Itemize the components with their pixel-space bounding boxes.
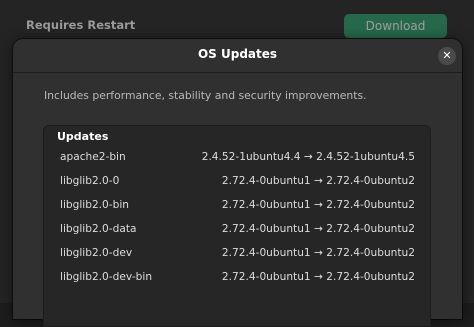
dialog-description: Includes performance, stability and secu… — [44, 89, 367, 102]
package-name: libglib2.0-data — [60, 223, 137, 235]
package-version: 2.72.4-0ubuntu1 → 2.72.4-0ubuntu2 — [221, 247, 415, 259]
close-icon: ✕ — [442, 49, 452, 62]
package-name: apache2-bin — [60, 151, 126, 163]
package-name: libglib2.0-0 — [60, 175, 120, 187]
package-row: libglib2.0-0 2.72.4-0ubuntu1 → 2.72.4-0u… — [44, 171, 430, 195]
package-version: 2.72.4-0ubuntu1 → 2.72.4-0ubuntu2 — [221, 271, 415, 283]
download-button[interactable]: Download — [344, 14, 447, 38]
package-name: libglib2.0-bin — [60, 199, 129, 211]
dialog-header: OS Updates ✕ — [13, 39, 462, 73]
package-row: libglib2.0-dev-bin 2.72.4-0ubuntu1 → 2.7… — [44, 267, 430, 291]
package-name: libglib2.0-dev — [60, 247, 133, 259]
updates-section-title: Updates — [57, 130, 109, 143]
updates-list: Updates apache2-bin 2.4.52-1ubuntu4.4 → … — [43, 125, 431, 327]
package-version: 2.72.4-0ubuntu1 → 2.72.4-0ubuntu2 — [221, 199, 415, 211]
package-version: 2.72.4-0ubuntu1 → 2.72.4-0ubuntu2 — [221, 223, 415, 235]
package-version: 2.72.4-0ubuntu1 → 2.72.4-0ubuntu2 — [221, 175, 415, 187]
package-row: apache2-bin 2.4.52-1ubuntu4.4 → 2.4.52-1… — [44, 147, 430, 171]
package-row: libglib2.0-dev 2.72.4-0ubuntu1 → 2.72.4-… — [44, 243, 430, 267]
close-button[interactable]: ✕ — [438, 47, 456, 65]
os-updates-dialog: OS Updates ✕ Includes performance, stabi… — [13, 39, 462, 327]
package-row: libglib2.0-data 2.72.4-0ubuntu1 → 2.72.4… — [44, 219, 430, 243]
package-name: libglib2.0-dev-bin — [60, 271, 153, 283]
package-version: 2.4.52-1ubuntu4.4 → 2.4.52-1ubuntu4.5 — [201, 151, 415, 163]
package-row: libglib2.0-bin 2.72.4-0ubuntu1 → 2.72.4-… — [44, 195, 430, 219]
dialog-title: OS Updates — [197, 47, 278, 61]
requires-restart-label: Requires Restart — [26, 18, 136, 32]
